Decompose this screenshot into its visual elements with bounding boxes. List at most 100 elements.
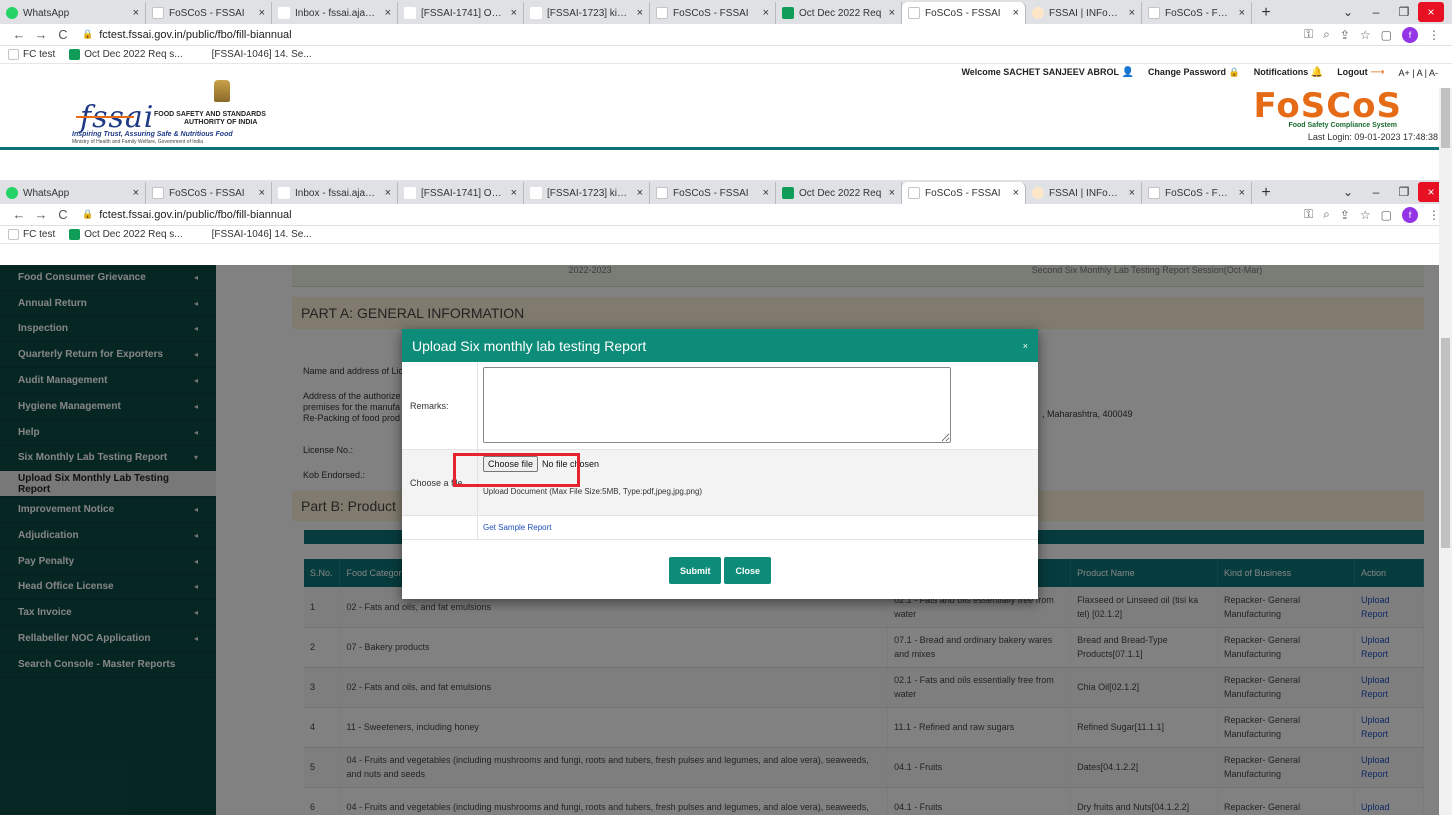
profile-avatar[interactable]: f <box>1402 206 1418 223</box>
close-icon[interactable]: × <box>1023 341 1028 351</box>
sidepanel-icon[interactable]: ▢ <box>1381 28 1392 42</box>
browser-tab[interactable]: WhatsApp × <box>0 182 146 204</box>
close-button[interactable]: Close <box>724 557 771 584</box>
tab-close-icon[interactable]: × <box>631 187 643 199</box>
submit-button[interactable]: Submit <box>668 557 722 584</box>
upload-hint: Upload Document (Max File Size:5MB, Type… <box>483 487 703 496</box>
browser-tab[interactable]: FoSCoS - FSSAI× <box>1142 182 1252 204</box>
browser-tab[interactable]: FoSCoS - FSSAI× <box>650 2 776 24</box>
tab-close-icon[interactable]: × <box>253 187 265 199</box>
minimize-icon[interactable]: – <box>1362 185 1390 199</box>
tab-label: FoSCoS - FSSAI <box>925 187 1001 199</box>
tab-close-icon[interactable]: × <box>505 187 517 199</box>
tab-close-icon[interactable]: × <box>1123 187 1135 199</box>
browser-tab[interactable]: [FSSAI-1723] kindly × <box>524 2 650 24</box>
tab-close-icon[interactable]: × <box>253 7 265 19</box>
close-window-icon[interactable]: × <box>1418 2 1444 22</box>
fssai-icon <box>656 187 668 199</box>
browser-tab[interactable]: Oct Dec 2022 Req × <box>776 2 902 24</box>
browser-tab[interactable]: WhatsApp × <box>0 2 146 24</box>
tab-close-icon[interactable]: × <box>1123 7 1135 19</box>
key-icon[interactable]: ⚿ <box>1304 207 1313 222</box>
tab-close-icon[interactable]: × <box>505 7 517 19</box>
bookmark-item[interactable]: [FSSAI-1046] 14. Se... <box>196 229 312 240</box>
maximize-icon[interactable]: ❐ <box>1390 5 1418 19</box>
foscos-logo[interactable]: FoSCoS <box>1254 86 1403 126</box>
tab-close-icon[interactable]: × <box>127 187 139 199</box>
notifications-link[interactable]: Notifications 🔔 <box>1254 67 1323 78</box>
tab-close-icon[interactable]: × <box>883 187 895 199</box>
tab-close-icon[interactable]: × <box>1233 7 1245 19</box>
remarks-textarea[interactable] <box>483 367 951 443</box>
tab-close-icon[interactable]: × <box>757 7 769 19</box>
new-tab-button[interactable]: + <box>1252 2 1280 24</box>
browser-tab[interactable]: FSSAI | INFoLNET× <box>1026 2 1142 24</box>
tab-close-icon[interactable]: × <box>379 187 391 199</box>
browser-tab[interactable]: [FSSAI-1741] OTP c × <box>398 182 524 204</box>
bookmark-star-icon[interactable]: ☆ <box>1360 28 1371 42</box>
browser-tab[interactable]: Inbox - fssai.ajay@ × <box>272 182 398 204</box>
browser-tab[interactable]: [FSSAI-1723] kindly × <box>524 182 650 204</box>
zoom-icon[interactable]: ⌕ <box>1323 27 1330 42</box>
fssai-logo[interactable]: fssai FOOD SAFETY AND STANDARDS AUTHORIT… <box>70 80 300 146</box>
logout-link[interactable]: Logout ⟶ <box>1337 67 1384 78</box>
tab-close-icon[interactable]: × <box>757 187 769 199</box>
fssai-icon <box>656 7 668 19</box>
browser-tab[interactable]: FoSCoS - FSSAI× <box>146 182 272 204</box>
browser-tab[interactable]: FoSCoS - FSSAI× <box>650 182 776 204</box>
url-field[interactable]: 🔒 fctest.fssai.gov.in/public/fbo/fill-bia… <box>82 209 1304 221</box>
remarks-label: Remarks: <box>402 362 478 449</box>
browser-tab[interactable]: FoSCoS - FSSAI× <box>146 2 272 24</box>
key-icon[interactable]: ⚿ <box>1304 27 1313 42</box>
minimize-icon[interactable]: – <box>1362 5 1390 19</box>
browser-tab[interactable]: [FSSAI-1741] OTP c × <box>398 2 524 24</box>
scrollbar-thumb-2[interactable] <box>1441 338 1450 548</box>
page-scrollbar[interactable] <box>1439 88 1452 815</box>
tab-close-icon[interactable]: × <box>379 7 391 19</box>
tab-label: Inbox - fssai.ajay@ <box>295 7 379 19</box>
forward-icon[interactable]: → <box>30 27 52 42</box>
get-sample-report-link[interactable]: Get Sample Report <box>483 523 551 532</box>
bookmark-star-icon[interactable]: ☆ <box>1360 208 1371 222</box>
bookmark-item[interactable]: FC test <box>8 229 55 240</box>
scrollbar-thumb[interactable] <box>1441 88 1450 148</box>
zoom-icon[interactable]: ⌕ <box>1323 207 1330 222</box>
browser-tab[interactable]: FoSCoS - FSSAI× <box>902 2 1026 24</box>
logo-underline <box>76 116 134 118</box>
new-tab-button[interactable]: + <box>1252 182 1280 204</box>
bookmark-item[interactable]: FC test <box>8 49 55 60</box>
bookmark-item[interactable]: [FSSAI-1046] 14. Se... <box>196 49 312 60</box>
url-field[interactable]: 🔒 fctest.fssai.gov.in/public/fbo/fill-bia… <box>82 29 1304 41</box>
tab-close-icon[interactable]: × <box>883 7 895 19</box>
tab-close-icon[interactable]: × <box>1007 7 1019 19</box>
reload-icon[interactable]: C <box>52 27 74 42</box>
bookmark-item[interactable]: Oct Dec 2022 Req s... <box>69 49 183 60</box>
browser-tab[interactable]: FoSCoS - FSSAI× <box>1142 2 1252 24</box>
browser-tab[interactable]: Inbox - fssai.ajay@ × <box>272 2 398 24</box>
bookmark-favicon-icon <box>69 229 81 240</box>
browser-tab[interactable]: FSSAI | INFoLNET× <box>1026 182 1142 204</box>
address-bar-2: ← → C 🔒 fctest.fssai.gov.in/public/fbo/fi… <box>0 204 1452 226</box>
tab-label: FoSCoS - FSSAI <box>1165 7 1233 19</box>
reload-icon[interactable]: C <box>52 207 74 222</box>
forward-icon[interactable]: → <box>30 207 52 222</box>
profile-avatar[interactable]: f <box>1402 26 1418 43</box>
back-icon[interactable]: ← <box>8 27 30 42</box>
menu-icon[interactable]: ⋮ <box>1428 28 1440 42</box>
back-icon[interactable]: ← <box>8 207 30 222</box>
tab-close-icon[interactable]: × <box>631 7 643 19</box>
maximize-icon[interactable]: ❐ <box>1390 185 1418 199</box>
tab-close-icon[interactable]: × <box>1233 187 1245 199</box>
browser-tab[interactable]: Oct Dec 2022 Req × <box>776 182 902 204</box>
tab-close-icon[interactable]: × <box>1007 187 1019 199</box>
font-size-controls[interactable]: A+ | A | A- <box>1399 68 1438 78</box>
bookmark-item[interactable]: Oct Dec 2022 Req s... <box>69 229 183 240</box>
change-password-link[interactable]: Change Password 🔒 <box>1148 67 1240 78</box>
browser-tab[interactable]: FoSCoS - FSSAI × <box>902 182 1026 204</box>
sidepanel-icon[interactable]: ▢ <box>1381 208 1392 222</box>
tab-close-icon[interactable]: × <box>127 7 139 19</box>
share-icon[interactable]: ⇪ <box>1340 208 1350 222</box>
chevron-down-icon[interactable]: ⌄ <box>1334 5 1362 19</box>
share-icon[interactable]: ⇪ <box>1340 28 1350 42</box>
chevron-down-icon[interactable]: ⌄ <box>1334 185 1362 199</box>
